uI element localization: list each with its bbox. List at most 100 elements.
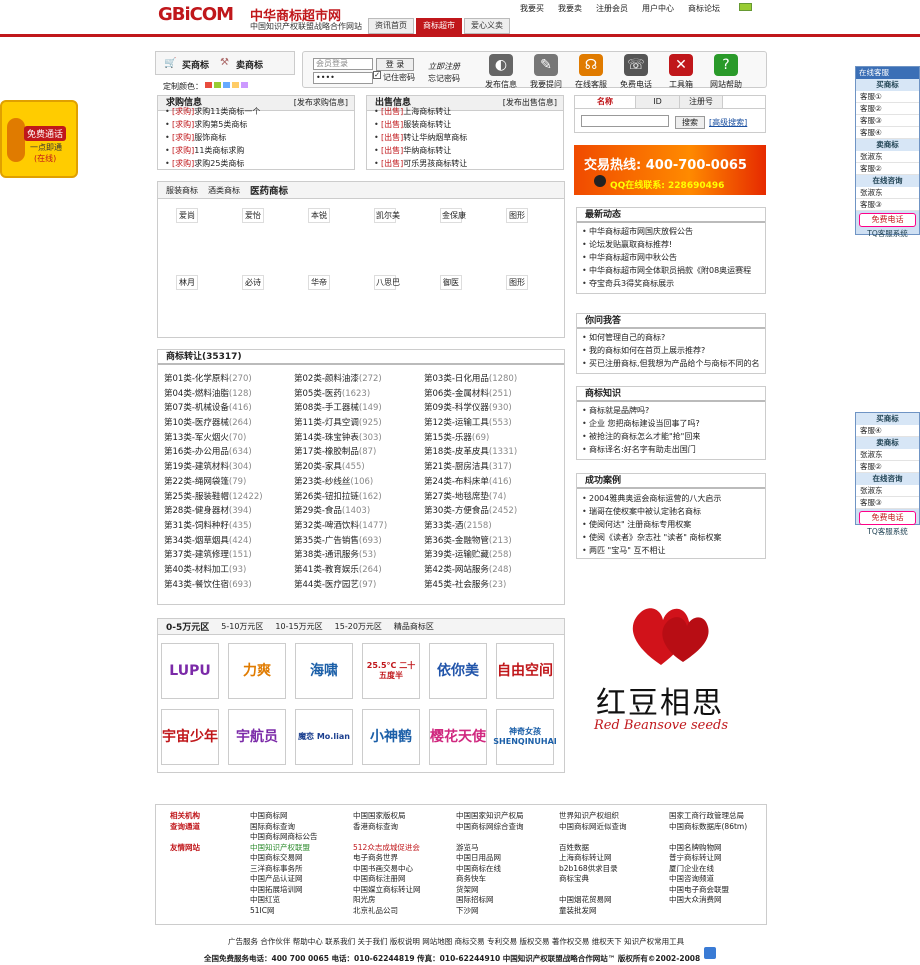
category-name[interactable]: 第27类-地毯席垫 xyxy=(424,492,489,502)
category-item[interactable]: 第38类-通讯服务(53) xyxy=(294,549,424,563)
category-item[interactable]: 第26类-钮扣拉链(162) xyxy=(294,491,424,505)
trademark-thumb[interactable]: 樱花天使 xyxy=(429,709,487,765)
footer-link[interactable]: 中国知识产权联盟 xyxy=(250,843,353,854)
list-item[interactable]: 如何管理自己的商标? xyxy=(579,331,763,344)
category-name[interactable]: 第18类-皮革皮具 xyxy=(424,447,489,457)
brand-thumb[interactable]: 图形 xyxy=(506,208,528,223)
tab-liquor-brands[interactable]: 酒类商标 xyxy=(208,185,240,196)
category-name[interactable]: 第28类-健身器材 xyxy=(164,506,229,516)
footer-link[interactable]: 中国国家版权局 xyxy=(353,811,456,822)
footer-link[interactable]: 中国商标交易网 xyxy=(250,853,353,864)
search-input[interactable] xyxy=(581,115,669,127)
list-item[interactable]: [出售]服装商标转让 xyxy=(371,118,559,131)
category-name[interactable]: 第14类-珠宝钟表 xyxy=(294,433,359,443)
footer-link[interactable] xyxy=(669,906,779,917)
flag-icon[interactable] xyxy=(739,3,752,11)
list-item[interactable]: [求购]11类商标求购 xyxy=(162,144,350,157)
category-item[interactable]: 第16类-办公用品(634) xyxy=(164,446,294,460)
footer-link[interactable]: 51IC网 xyxy=(250,906,353,917)
list-item[interactable]: 买已注册商标,但我想为产品给个与商标不同的名 xyxy=(579,357,763,370)
category-item[interactable]: 第01类-化学原料(270) xyxy=(164,373,294,387)
price-tab[interactable]: 15-20万元区 xyxy=(335,621,382,632)
category-item[interactable]: 第08类-手工器械(149) xyxy=(294,402,424,416)
category-item[interactable]: 第14类-珠宝钟表(303) xyxy=(294,432,424,446)
swatch-red[interactable] xyxy=(205,82,212,88)
category-item[interactable]: 第25类-服装鞋帽(12422) xyxy=(164,491,294,505)
category-name[interactable]: 第44类-医疗园艺 xyxy=(294,580,359,590)
category-item[interactable]: 第10类-医疗器械(264) xyxy=(164,417,294,431)
category-name[interactable]: 第08类-手工器械 xyxy=(294,403,359,413)
brand-thumb[interactable]: 华帝 xyxy=(308,275,330,290)
side-agent-link[interactable]: 客服② xyxy=(856,103,919,115)
toolbar-item[interactable]: ? 网站帮助 xyxy=(706,54,746,90)
footer-link[interactable]: 中国日用品网 xyxy=(456,853,559,864)
list-item[interactable]: [出售]可乐男孩商标转让 xyxy=(371,157,559,170)
list-item[interactable]: [出售]转让华纳烟草商标 xyxy=(371,131,559,144)
category-name[interactable]: 第21类-厨房洁具 xyxy=(424,462,489,472)
category-name[interactable]: 第02类-颜料油漆 xyxy=(294,374,359,384)
footer-link[interactable]: 三洋商标事务所 xyxy=(250,864,353,875)
category-name[interactable]: 第07类-机械设备 xyxy=(164,403,229,413)
side-agent-link[interactable]: 张淑东 xyxy=(856,151,919,163)
footer-link[interactable]: 中国名牌购物网 xyxy=(669,843,779,854)
footer-link[interactable]: 中国电子商会联盟 xyxy=(669,885,779,896)
category-item[interactable]: 第35类-广告销售(693) xyxy=(294,535,424,549)
category-name[interactable]: 第25类-服装鞋帽 xyxy=(164,492,229,502)
footer-link[interactable]: 中国产品认证网 xyxy=(250,874,353,885)
item-text[interactable]: 服饰商标 xyxy=(194,133,226,142)
list-item[interactable]: [求购]服饰商标 xyxy=(162,131,350,144)
category-name[interactable]: 第33类-酒 xyxy=(424,521,463,531)
side-agent-link[interactable]: 客服③ xyxy=(856,199,919,211)
footer-link[interactable]: 中国商标数据库(86tm) xyxy=(669,822,779,833)
red-bean-ad[interactable]: 红豆相思 Red Beansove seeds xyxy=(576,600,766,750)
toolbar-item[interactable]: ✕ 工具箱 xyxy=(661,54,701,90)
category-item[interactable]: 第17类-橡胶制品(87) xyxy=(294,446,424,460)
footer-link[interactable] xyxy=(353,832,456,843)
footer-link[interactable]: 中国商标网 xyxy=(250,811,353,822)
footer-link[interactable] xyxy=(559,885,669,896)
item-text[interactable]: 求购25类商标 xyxy=(194,159,244,168)
toplink-sell[interactable]: 我要卖 xyxy=(558,3,582,14)
list-item[interactable]: 两匹 "宝马" 互不相让 xyxy=(579,544,763,557)
category-item[interactable]: 第20类-家具(455) xyxy=(294,461,424,475)
side-agent-link[interactable]: 客服④ xyxy=(856,425,919,437)
category-item[interactable]: 第27类-地毯席垫(74) xyxy=(424,491,554,505)
footer-link[interactable]: 国际商标查询 xyxy=(250,822,353,833)
category-name[interactable]: 第29类-食品 xyxy=(294,506,342,516)
category-item[interactable]: 第06类-金属材料(251) xyxy=(424,388,554,402)
forgot-link[interactable]: 忘记密码 xyxy=(428,73,460,84)
price-tab[interactable]: 5-10万元区 xyxy=(221,621,263,632)
category-name[interactable]: 第32类-啤酒饮料 xyxy=(294,521,359,531)
category-name[interactable]: 第12类-运输工具 xyxy=(424,418,489,428)
footer-link[interactable]: b2b168供求目录 xyxy=(559,864,669,875)
list-item[interactable]: 中华商标超市网国庆放假公告 xyxy=(579,225,763,238)
category-name[interactable]: 第38类-通讯服务 xyxy=(294,550,359,560)
side-call-button[interactable]: 免费电话 xyxy=(859,213,916,227)
list-item[interactable]: 被抢注的商标怎么才能"抢"回来 xyxy=(579,430,763,443)
toplink-user-center[interactable]: 用户中心 xyxy=(642,3,674,14)
price-tab[interactable]: 精品商标区 xyxy=(394,621,434,632)
category-item[interactable]: 第42类-网站服务(248) xyxy=(424,564,554,578)
category-item[interactable]: 第31类-饲料种籽(435) xyxy=(164,520,294,534)
footer-link[interactable]: 百姓数据 xyxy=(559,843,669,854)
category-item[interactable]: 第33类-酒(2158) xyxy=(424,520,554,534)
footer-link[interactable]: 上海商标转让网 xyxy=(559,853,669,864)
item-text[interactable]: 上海商标转让 xyxy=(403,107,451,116)
footer-link[interactable]: 512众志成城促进会 xyxy=(353,843,456,854)
trademark-thumb[interactable]: 小神鹤 xyxy=(362,709,420,765)
sell-trademark-button[interactable]: 卖商标 xyxy=(236,58,263,71)
toolbar-item[interactable]: ☏ 免费电话 xyxy=(616,54,656,90)
toplink-buy[interactable]: 我要买 xyxy=(520,3,544,14)
category-item[interactable]: 第39类-运输贮藏(258) xyxy=(424,549,554,563)
list-item[interactable]: [出售]上海商标转让 xyxy=(371,105,559,118)
footer-link[interactable]: 下沙网 xyxy=(456,906,559,917)
category-item[interactable]: 第28类-健身器材(394) xyxy=(164,505,294,519)
category-item[interactable]: 第29类-食品(1403) xyxy=(294,505,424,519)
category-name[interactable]: 第45类-社会服务 xyxy=(424,580,489,590)
trademark-thumb[interactable]: 神奇女孩 SHENQINUHAI xyxy=(493,709,557,765)
category-item[interactable]: 第12类-运输工具(553) xyxy=(424,417,554,431)
trademark-thumb[interactable]: 海啸 xyxy=(295,643,353,699)
tab-news[interactable]: 资讯首页 xyxy=(368,18,414,34)
price-tab[interactable]: 10-15万元区 xyxy=(275,621,322,632)
category-name[interactable]: 第06类-金属材料 xyxy=(424,389,489,399)
